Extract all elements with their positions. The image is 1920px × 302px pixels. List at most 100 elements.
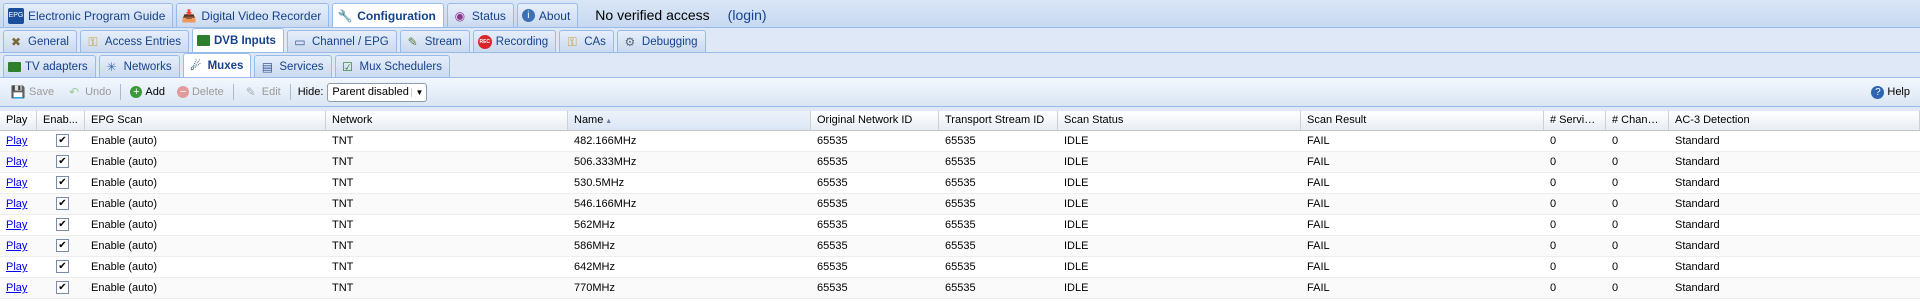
tab-stream[interactable]: ✎ Stream [399, 30, 470, 52]
cell-play: Play [0, 257, 37, 277]
tab-dvb-inputs[interactable]: DVB Inputs [191, 28, 284, 52]
cell-epg-scan: Enable (auto) [91, 240, 158, 252]
tab-label: Electronic Program Guide [28, 8, 166, 23]
cell-name: 546.166MHz [574, 198, 637, 210]
tab-recording[interactable]: REC Recording [472, 30, 557, 52]
play-link[interactable]: Play [6, 219, 27, 231]
tab-access-entries[interactable]: ⚿ Access Entries [79, 30, 189, 52]
hide-select[interactable]: Parent disabled ▼ [327, 82, 428, 102]
cell-services: 0 [1550, 240, 1557, 252]
table-row[interactable]: Play ✔ Enable (auto) TNT 482.166MHz 65535 6553… [0, 131, 1920, 152]
column-header-enabled[interactable]: Enab... [37, 111, 85, 130]
tab-mux-schedulers[interactable]: ☑ Mux Schedulers [334, 55, 450, 77]
play-link[interactable]: Play [6, 177, 27, 189]
cell-services: 0 [1550, 135, 1557, 147]
tab-networks[interactable]: ✳ Networks [98, 55, 180, 77]
help-button[interactable]: ? Help [1865, 85, 1916, 99]
tab-label: Access Entries [104, 35, 181, 48]
column-header-network[interactable]: Network [326, 111, 568, 130]
cell-scan-status: IDLE [1064, 282, 1089, 294]
table-row[interactable]: Play ✔ Enable (auto) TNT 642MHz 65535 65535 IDL… [0, 257, 1920, 278]
main-tab-bar: EPG Electronic Program Guide 📥 Digital V… [0, 0, 1920, 28]
column-header-channels[interactable]: # Chann... [1606, 111, 1669, 130]
save-icon: 💾 [10, 85, 26, 99]
add-icon: + [130, 86, 143, 98]
play-link[interactable]: Play [6, 282, 27, 294]
play-link[interactable]: Play [6, 135, 27, 147]
table-row[interactable]: Play ✔ Enable (auto) TNT 530.5MHz 65535 65535 I… [0, 173, 1920, 194]
enabled-checkbox[interactable]: ✔ [56, 259, 69, 273]
login-link[interactable]: (login) [728, 7, 767, 23]
tab-about[interactable]: i About [516, 3, 579, 27]
play-link[interactable]: Play [6, 198, 27, 210]
cell-name: 482.166MHz [574, 135, 637, 147]
cell-play: Play [0, 173, 37, 193]
column-header-label: Transport Stream ID [945, 114, 1045, 126]
edit-icon: ✎ [245, 85, 256, 99]
delete-icon: − [176, 86, 189, 98]
table-row[interactable]: Play ✔ Enable (auto) TNT 586MHz 65535 65535 IDL… [0, 236, 1920, 257]
tab-epg[interactable]: EPG Electronic Program Guide [3, 3, 174, 27]
cell-channels: 0 [1612, 135, 1619, 147]
cell-scan-status: IDLE [1064, 156, 1089, 168]
enabled-checkbox[interactable]: ✔ [56, 175, 69, 189]
column-header-scan-status[interactable]: Scan Status [1058, 111, 1301, 130]
tab-status[interactable]: ◉ Status [446, 3, 514, 27]
play-link[interactable]: Play [6, 240, 27, 252]
cell-play: Play [0, 236, 37, 256]
tab-label: Debugging [641, 35, 698, 48]
table-row[interactable]: Play ✔ Enable (auto) TNT 770MHz 65535 65535 IDL… [0, 278, 1920, 299]
play-link[interactable]: Play [6, 156, 27, 168]
column-header-services[interactable]: # Services [1544, 111, 1606, 130]
cell-tsid: 65535 [945, 282, 976, 294]
enabled-checkbox[interactable]: ✔ [56, 154, 69, 168]
key-icon: ⚿ [88, 34, 98, 49]
table-row[interactable]: Play ✔ Enable (auto) TNT 562MHz 65535 65535 IDL… [0, 215, 1920, 236]
column-header-ac3[interactable]: AC-3 Detection [1669, 111, 1920, 130]
play-link[interactable]: Play [6, 261, 27, 273]
services-icon: ▤ [261, 59, 274, 74]
cell-epg-scan: Enable (auto) [91, 261, 158, 273]
cell-name: 506.333MHz [574, 156, 637, 168]
cell-onid: 65535 [817, 219, 848, 231]
cell-onid: 65535 [817, 135, 848, 147]
column-header-name[interactable]: Name ▲ [568, 111, 811, 130]
undo-button[interactable]: ↶ Undo [60, 84, 117, 100]
column-header-tsid[interactable]: Transport Stream ID [939, 111, 1058, 130]
tab-general[interactable]: ✖ General [3, 30, 77, 52]
tab-tv-adapters[interactable]: TV adapters [3, 55, 96, 77]
enabled-checkbox[interactable]: ✔ [56, 196, 69, 210]
add-button[interactable]: + Add [124, 86, 171, 98]
tab-configuration[interactable]: 🔧 Configuration [332, 3, 444, 27]
cell-enabled: ✔ [37, 236, 85, 256]
tab-label: General [28, 35, 69, 48]
tab-label: Digital Video Recorder [201, 8, 322, 23]
access-status: No verified access [595, 7, 710, 23]
cell-scan-result: FAIL [1307, 198, 1330, 210]
column-header-play[interactable]: Play [0, 111, 37, 130]
enabled-checkbox[interactable]: ✔ [56, 238, 69, 252]
tab-debugging[interactable]: ⚙ Debugging [616, 30, 706, 52]
save-button[interactable]: 💾 Save [4, 84, 60, 100]
tab-cas[interactable]: ⚿ CAs [559, 30, 614, 52]
column-header-onid[interactable]: Original Network ID [811, 111, 939, 130]
tab-dvr[interactable]: 📥 Digital Video Recorder [176, 3, 330, 27]
cell-onid: 65535 [817, 177, 848, 189]
cell-scan-status: IDLE [1064, 135, 1089, 147]
edit-button[interactable]: ✎ Edit [237, 84, 287, 100]
table-row[interactable]: Play ✔ Enable (auto) TNT 546.166MHz 65535 6553… [0, 194, 1920, 215]
cell-tsid: 65535 [945, 198, 976, 210]
tab-channel-epg[interactable]: ▭ Channel / EPG [286, 30, 397, 52]
column-header-scan-result[interactable]: Scan Result [1301, 111, 1544, 130]
cell-name: 562MHz [574, 219, 615, 231]
tab-services[interactable]: ▤ Services [254, 55, 332, 77]
column-header-epg-scan[interactable]: EPG Scan [85, 111, 326, 130]
enabled-checkbox[interactable]: ✔ [56, 217, 69, 231]
enabled-checkbox[interactable]: ✔ [56, 133, 69, 147]
delete-button[interactable]: − Delete [171, 86, 230, 98]
tab-muxes[interactable]: ☄ Muxes [182, 53, 252, 77]
cell-services: 0 [1550, 219, 1557, 231]
cell-network: TNT [332, 219, 354, 231]
enabled-checkbox[interactable]: ✔ [56, 280, 69, 294]
table-row[interactable]: Play ✔ Enable (auto) TNT 506.333MHz 65535 6553… [0, 152, 1920, 173]
